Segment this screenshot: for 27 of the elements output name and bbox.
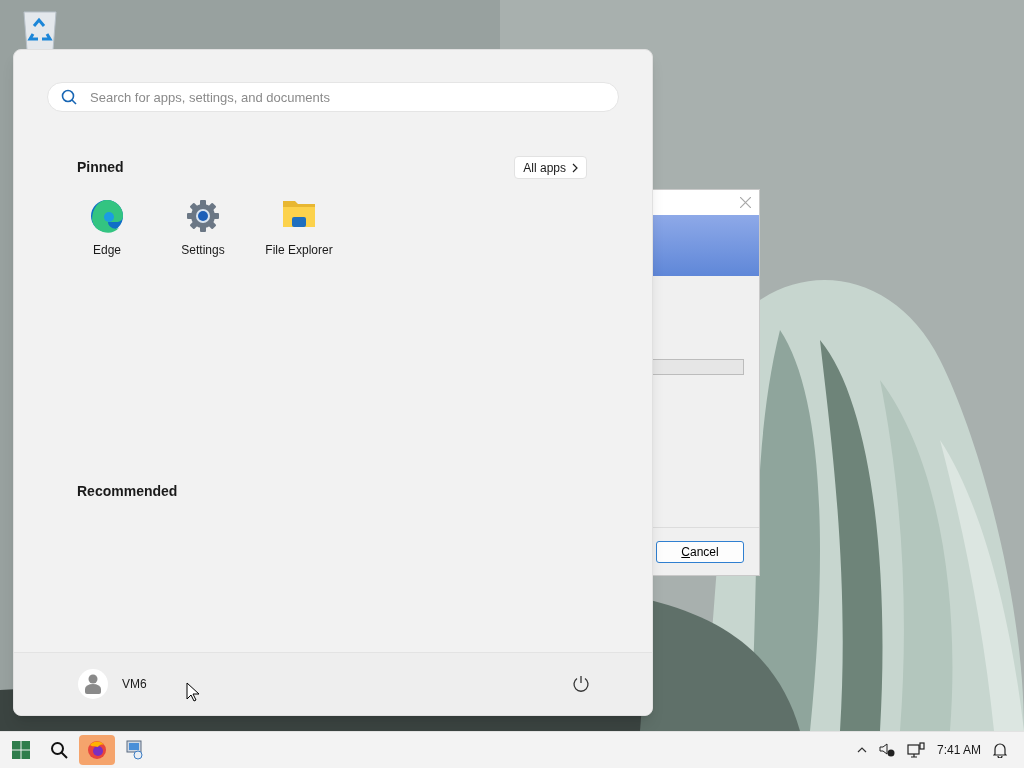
search-field[interactable]: Search for apps, settings, and documents	[47, 82, 619, 112]
chevron-icon	[572, 162, 578, 173]
power-icon[interactable]	[572, 675, 590, 693]
user-icon	[85, 674, 101, 694]
clock[interactable]: 7:41 AM	[936, 741, 981, 759]
user-account[interactable]: VM6	[78, 669, 147, 699]
edge-icon	[90, 199, 124, 233]
bell-icon[interactable]	[993, 742, 1007, 758]
chevron-up-icon[interactable]	[856, 747, 867, 753]
section-heading: Pinned	[77, 158, 124, 177]
cursor-icon	[186, 682, 200, 702]
search-icon	[61, 89, 77, 105]
pinned-app[interactable]: Edge	[59, 199, 155, 259]
pinned-app[interactable]: Settings	[155, 199, 251, 259]
cancel-button[interactable]: Cancel	[656, 540, 744, 563]
folder-icon	[282, 199, 316, 229]
search-icon	[50, 741, 68, 759]
recycle-bin-icon[interactable]	[22, 10, 58, 50]
pinned-app[interactable]: File Explorer	[251, 199, 347, 259]
computer-icon	[126, 740, 144, 760]
speaker-muted-icon[interactable]	[878, 743, 895, 757]
windows-logo-icon	[12, 741, 30, 759]
all-apps-button[interactable]: All apps	[514, 156, 587, 179]
network-icon[interactable]	[906, 742, 925, 758]
section-heading: Recommended	[76, 482, 179, 501]
gear-icon	[186, 199, 220, 233]
browser-icon	[87, 740, 107, 760]
